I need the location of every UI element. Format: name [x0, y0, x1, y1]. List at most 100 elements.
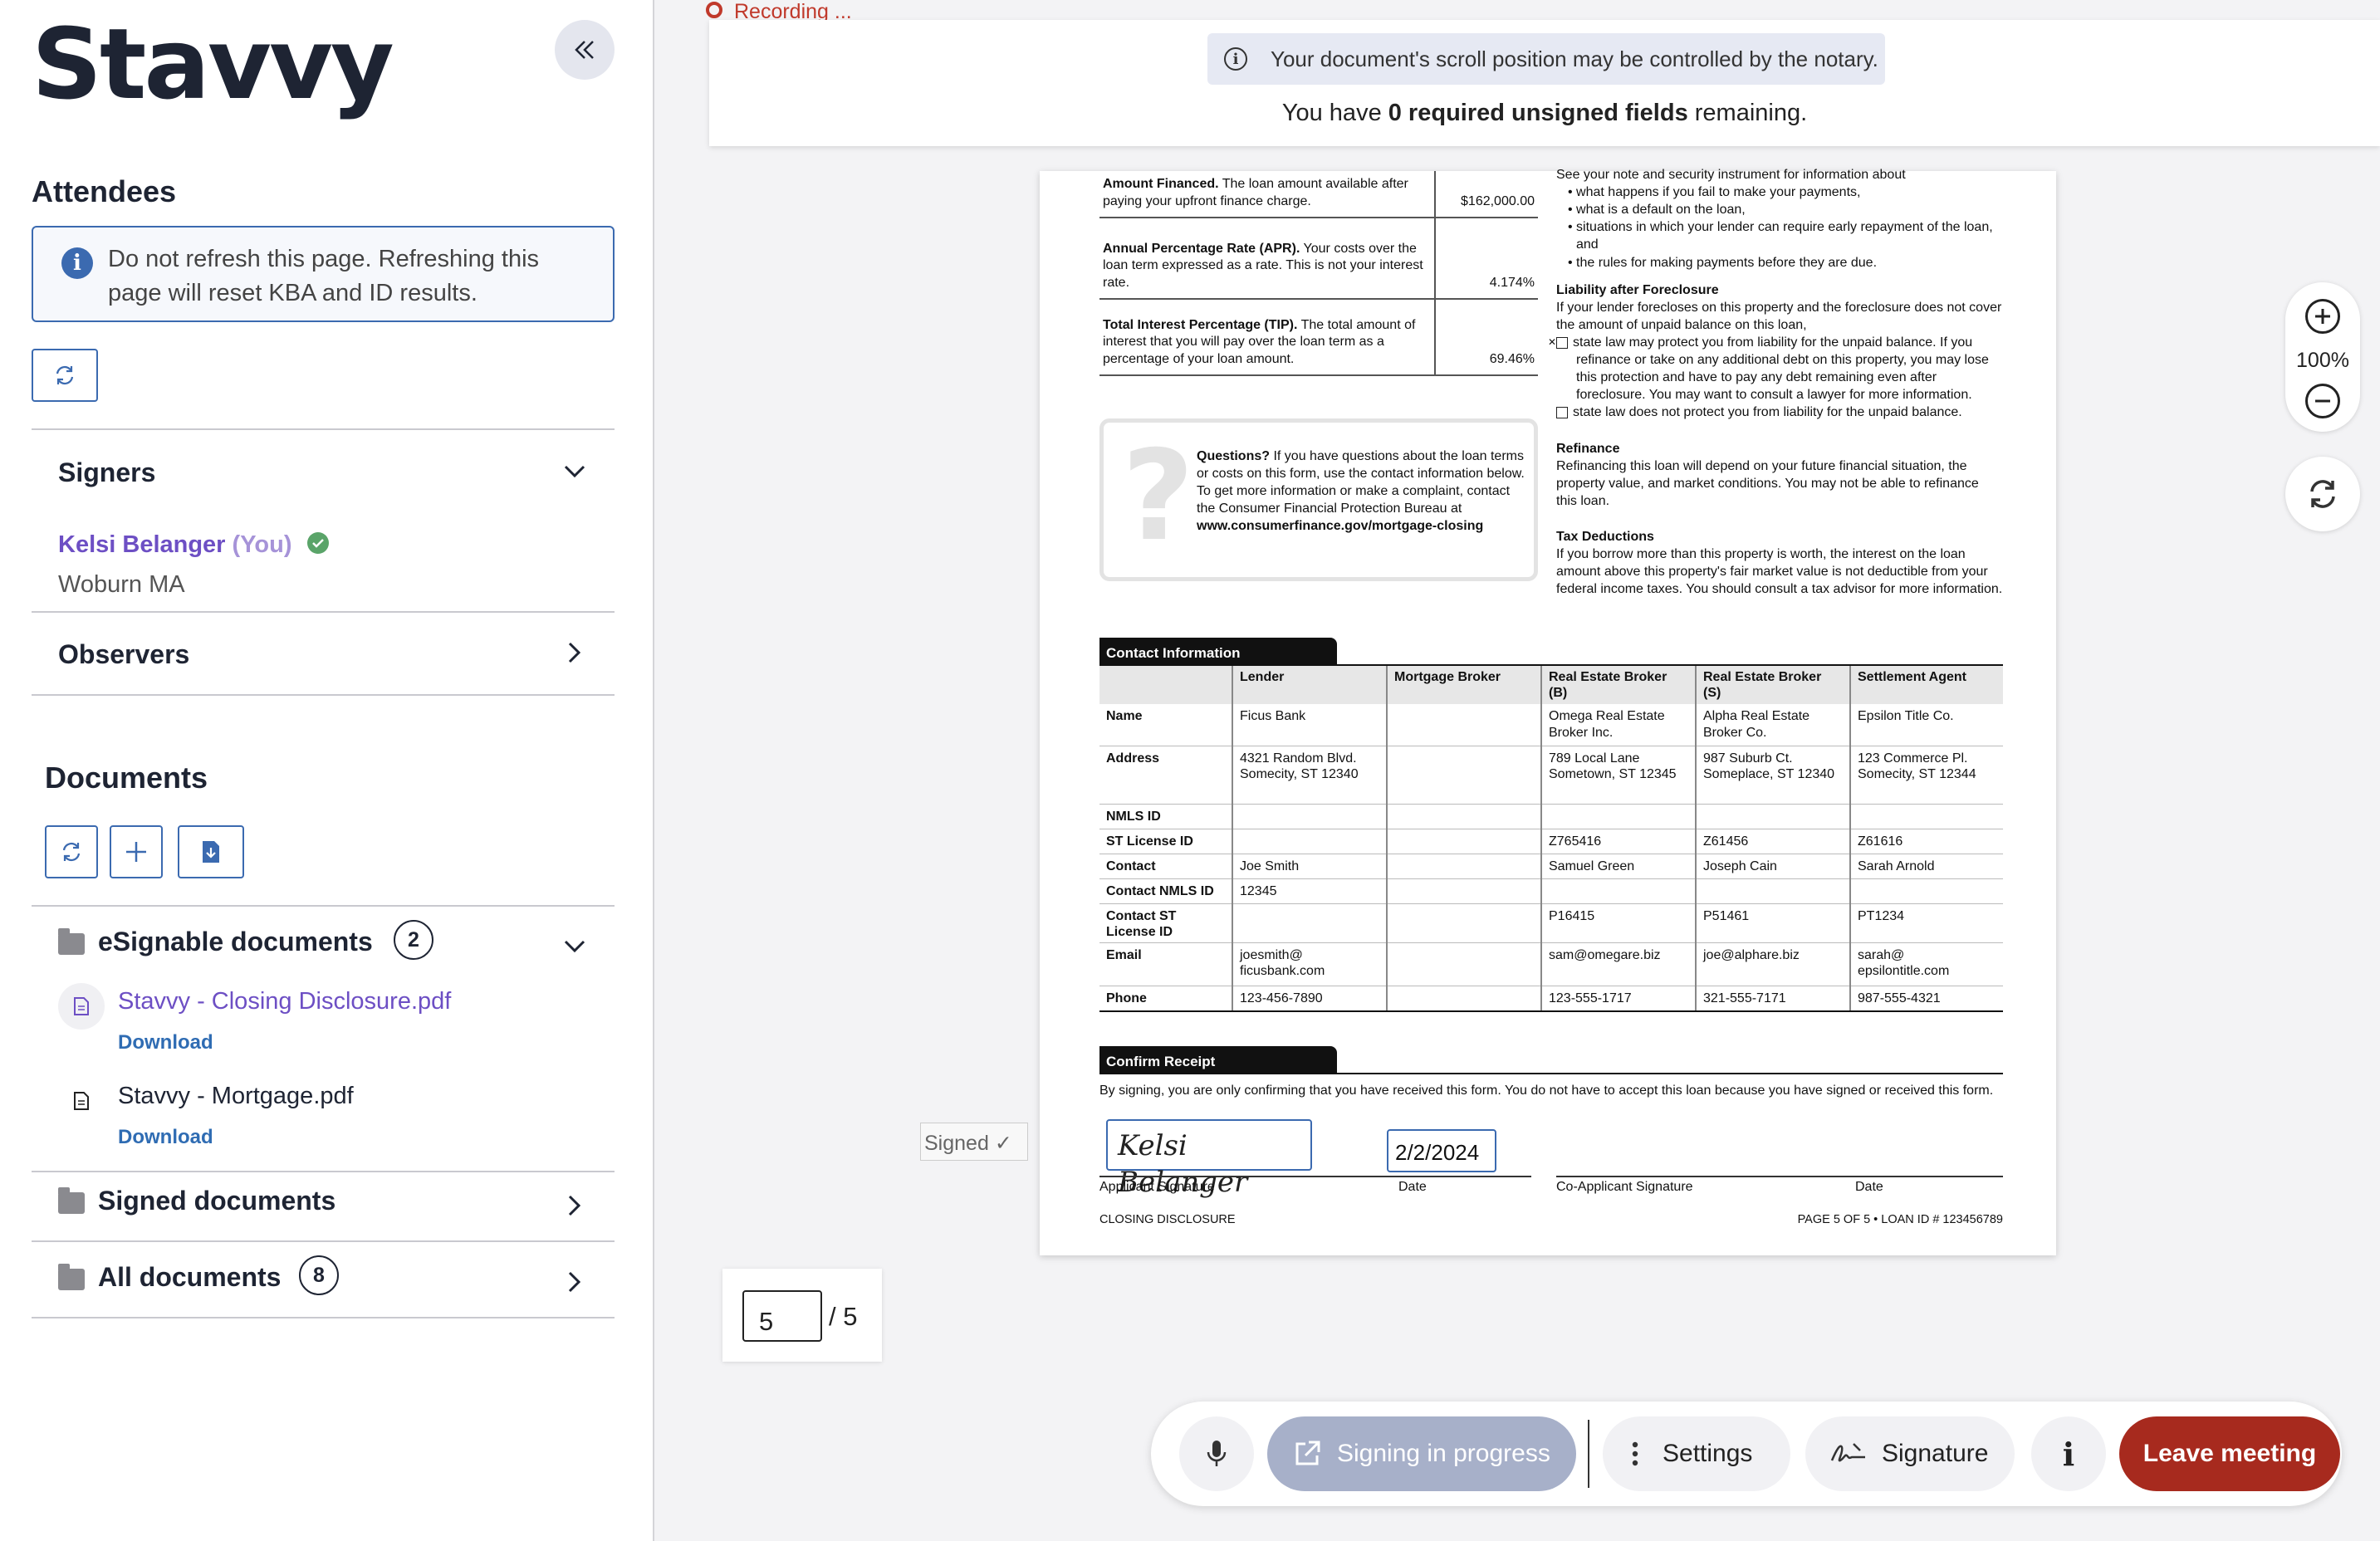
table-cell: Z61616 [1849, 829, 2003, 854]
meeting-toolbar: Signing in progress Settings Signature i… [1151, 1402, 2342, 1506]
table-cell [1386, 704, 1541, 746]
table-cell [1386, 986, 1541, 1012]
rotate-button[interactable] [2285, 457, 2360, 531]
sidebar: Stavvy Attendees i Do not refresh this p… [0, 0, 654, 1541]
table-cell: 987 Suburb Ct. Someplace, ST 12340 [1695, 746, 1850, 805]
table-cell: 12345 [1232, 878, 1387, 904]
page-number-input[interactable] [742, 1290, 822, 1342]
applicant-signature-field[interactable]: Kelsi Belanger [1106, 1119, 1312, 1199]
signature-button[interactable]: Signature [1805, 1416, 2015, 1491]
contact-information-table: Lender Mortgage Broker Real Estate Broke… [1099, 666, 2003, 1012]
table-cell: Z61456 [1695, 829, 1850, 854]
esignable-documents-title[interactable]: eSignable documents [98, 927, 373, 957]
info-button[interactable]: i [2031, 1416, 2106, 1491]
signers-title: Signers [58, 457, 156, 487]
table-row: NMLS ID [1099, 804, 2003, 829]
table-cell: Omega Real Estate Broker Inc. [1540, 704, 1696, 746]
verified-check-icon [306, 532, 329, 555]
loan-row-value: 4.174% [1434, 218, 1538, 300]
row-label-cell: Contact NMLS ID [1099, 878, 1232, 904]
observers-toggle[interactable] [561, 639, 588, 666]
column-header: Lender [1232, 666, 1387, 705]
table-cell: Z765416 [1540, 829, 1696, 854]
add-document-button[interactable] [110, 825, 163, 878]
liability-option-1: ✕ state law may protect you from liabilit… [1548, 334, 2003, 404]
table-cell: Alpha Real Estate Broker Co. [1695, 704, 1850, 746]
settings-label: Settings [1663, 1440, 1753, 1467]
table-cell [1386, 878, 1541, 904]
table-cell: sam@omegare.biz [1540, 942, 1696, 987]
mortgage-download[interactable]: Download [118, 1126, 213, 1149]
remaining-prefix: You have [1281, 100, 1388, 126]
table-row: Annual Percentage Rate (APR). Your costs… [1099, 218, 1538, 300]
leave-meeting-button[interactable]: Leave meeting [2119, 1416, 2340, 1491]
signer-name: Kelsi Belanger (You) [58, 531, 329, 559]
liability-option-2: state law does not protect you from liab… [1556, 404, 2003, 421]
table-cell: 4321 Random Blvd. Somecity, ST 12340 [1232, 746, 1387, 805]
disclosure-bullet: • situations in which your lender can re… [1568, 220, 1993, 252]
table-cell: joesmith@ ficusbank.com [1232, 942, 1387, 987]
liability-option-1-text: state law may protect you from liability… [1573, 335, 1989, 403]
table-cell: PT1234 [1849, 903, 2003, 944]
download-documents-button[interactable] [178, 825, 244, 878]
refresh-documents-button[interactable] [45, 825, 98, 878]
esignable-count-badge: 2 [394, 920, 433, 960]
file-download-icon [203, 841, 219, 863]
table-cell: 789 Local Lane Sometown, ST 12345 [1540, 746, 1696, 805]
signature-date-field[interactable]: 2/2/2024 [1387, 1129, 1496, 1172]
signing-in-progress-button[interactable]: Signing in progress [1267, 1416, 1576, 1491]
zoom-out-button[interactable] [2305, 384, 2340, 418]
microphone-icon [1207, 1441, 1227, 1466]
chevron-right-icon [568, 642, 581, 663]
signed-tag: Signed ✓ [920, 1123, 1028, 1161]
refresh-attendees-button[interactable] [32, 349, 98, 402]
table-cell: sarah@ epsilontitle.com [1849, 942, 2003, 987]
scroll-control-notice: i Your document's scroll position may be… [1207, 33, 1885, 85]
table-cell [1232, 804, 1387, 829]
top-banner: i Your document's scroll position may be… [709, 20, 2380, 146]
record-icon [706, 2, 722, 19]
signed-documents-title[interactable]: Signed documents [98, 1186, 335, 1216]
table-cell [1386, 746, 1541, 805]
applicant-signature-label: Applicant Signature [1099, 1180, 1215, 1194]
esignable-toggle[interactable] [561, 933, 588, 960]
settings-button[interactable]: Settings [1603, 1416, 1790, 1491]
column-header [1099, 666, 1232, 705]
closing-disclosure-download[interactable]: Download [118, 1031, 213, 1054]
divider [32, 428, 615, 430]
signature-line [1099, 1176, 1531, 1177]
rotate-icon [2310, 480, 2335, 508]
signers-toggle[interactable] [561, 458, 588, 485]
collapse-sidebar-button[interactable] [555, 20, 615, 80]
liability-text: If your lender forecloses on this proper… [1556, 300, 2002, 332]
all-documents-title[interactable]: All documents [98, 1262, 281, 1293]
mortgage-link[interactable]: Stavvy - Mortgage.pdf [118, 1083, 354, 1110]
signed-documents-toggle[interactable] [561, 1192, 588, 1219]
document-page: Amount Financed. The loan amount availab… [1040, 168, 2056, 1255]
zoom-in-button[interactable] [2305, 299, 2340, 334]
table-row: Contact Joe Smith Samuel Green Joseph Cain S… [1099, 854, 2003, 879]
observers-title: Observers [58, 639, 190, 669]
double-chevron-left-icon [575, 41, 594, 59]
document-icon [58, 983, 105, 1030]
chevron-right-icon [568, 1195, 581, 1216]
microphone-button[interactable] [1179, 1416, 1254, 1491]
chevron-right-icon [568, 1271, 581, 1293]
contact-table-body: Name Ficus Bank Omega Real Estate Broker I… [1099, 704, 2003, 1012]
table-cell: Joseph Cain [1695, 854, 1850, 879]
row-label-cell: Contact ST License ID [1099, 903, 1232, 944]
loan-row-label: Annual Percentage Rate (APR). [1103, 241, 1300, 256]
table-row: Amount Financed. The loan amount availab… [1099, 171, 1538, 218]
page-navigator: / 5 [722, 1269, 882, 1362]
question-mark-icon: ? [1122, 424, 1195, 569]
table-cell [1386, 829, 1541, 854]
tax-title: Tax Deductions [1556, 529, 1654, 544]
confirm-receipt-text: By signing, you are only confirming that… [1099, 1084, 1994, 1098]
all-documents-toggle[interactable] [561, 1269, 588, 1295]
confirm-receipt-title: Confirm Receipt [1099, 1046, 1337, 1074]
closing-disclosure-link[interactable]: Stavvy - Closing Disclosure.pdf [118, 988, 451, 1015]
chevron-down-icon [564, 465, 585, 478]
table-cell: Joe Smith [1232, 854, 1387, 879]
loan-row-text: Total Interest Percentage (TIP). The tot… [1099, 299, 1435, 376]
zoom-controls: 100% [2285, 282, 2360, 432]
